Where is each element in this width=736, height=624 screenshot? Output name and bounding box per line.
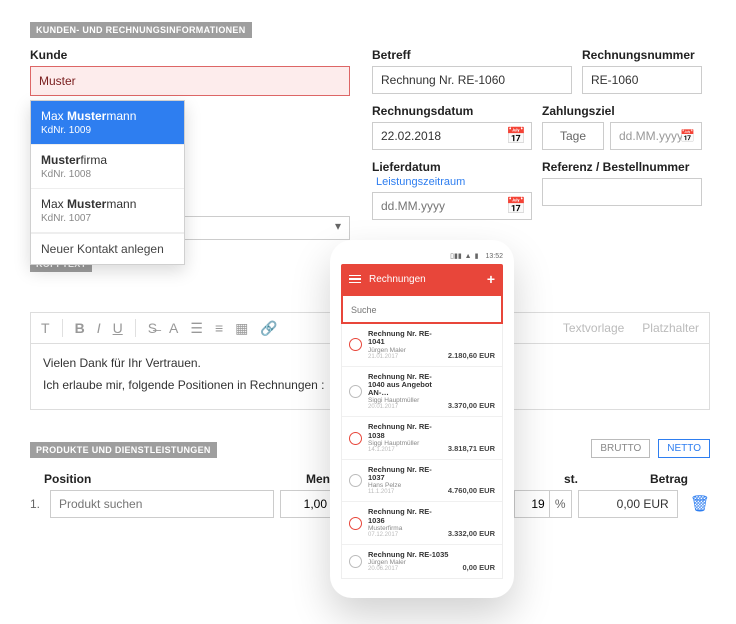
wifi-icon: ▲ bbox=[465, 253, 472, 260]
menge-input[interactable] bbox=[280, 490, 334, 518]
calendar-icon[interactable]: 📅 bbox=[680, 129, 695, 143]
phone-list-item[interactable]: Rechnung Nr. RE-1037 Hans Pelze 11.1.201… bbox=[342, 460, 502, 503]
row-index: 1. bbox=[30, 497, 44, 511]
status-circle-icon bbox=[349, 385, 362, 398]
status-circle-icon bbox=[349, 432, 362, 445]
trash-icon[interactable]: 🗑 bbox=[690, 494, 710, 514]
phone-statusbar: ▯▮▮ ▲ ▮ 13:52 bbox=[341, 252, 503, 260]
bold-tool[interactable]: B bbox=[75, 320, 85, 336]
section-products: PRODUKTE UND DIENSTLEISTUNGEN bbox=[30, 442, 217, 458]
zahlungsziel-date[interactable]: dd.MM.yyyy 📅 bbox=[610, 122, 702, 150]
kunde-autocomplete: Max Mustermann KdNr. 1009 Musterfirma Kd… bbox=[30, 100, 185, 265]
kunde-label: Kunde bbox=[30, 48, 350, 62]
autocomplete-new-contact[interactable]: Neuer Kontakt anlegen bbox=[31, 233, 184, 264]
th-st: st. bbox=[522, 472, 578, 486]
italic-tool[interactable]: I bbox=[97, 320, 101, 336]
phone-title: Rechnungen bbox=[369, 274, 426, 285]
font-tool[interactable]: T bbox=[41, 320, 50, 336]
rechnungsdatum-label: Rechnungsdatum bbox=[372, 104, 532, 118]
status-circle-icon bbox=[349, 555, 362, 568]
lieferdatum-label: Lieferdatum Leistungszeitraum bbox=[372, 160, 532, 188]
betreff-input[interactable] bbox=[372, 66, 572, 94]
signal-icon: ▯▮▮ bbox=[450, 252, 462, 260]
betreff-label: Betreff bbox=[372, 48, 572, 62]
th-betrag: Betrag bbox=[578, 472, 688, 486]
autocomplete-item[interactable]: Musterfirma KdNr. 1008 bbox=[31, 145, 184, 189]
steuer-input[interactable] bbox=[514, 490, 550, 518]
rechnungsnummer-input[interactable] bbox=[582, 66, 702, 94]
phone-list-item[interactable]: Rechnung Nr. RE-1036 Musterfirma 07.12.2… bbox=[342, 502, 502, 545]
status-circle-icon bbox=[349, 517, 362, 530]
referenz-input[interactable] bbox=[542, 178, 702, 206]
leistungszeitraum-link[interactable]: Leistungszeitraum bbox=[376, 176, 465, 188]
table-tool[interactable]: ▦ bbox=[235, 320, 248, 337]
betrag-input[interactable] bbox=[578, 490, 678, 518]
autocomplete-item[interactable]: Max Mustermann KdNr. 1007 bbox=[31, 189, 184, 233]
zahlungsziel-tage[interactable]: Tage bbox=[542, 122, 604, 150]
underline-tool[interactable]: U bbox=[113, 320, 123, 336]
list-ul-tool[interactable]: ☰ bbox=[190, 320, 203, 337]
plus-icon[interactable]: + bbox=[487, 271, 495, 287]
phone-mockup: ▯▮▮ ▲ ▮ 13:52 Rechnungen + Rechnung Nr. … bbox=[330, 240, 514, 598]
phone-list-item[interactable]: Rechnung Nr. RE-1035 Jürgen Maler 20.06.… bbox=[342, 545, 502, 578]
phone-list: Rechnung Nr. RE-1041 Jürgen Maler 21.01.… bbox=[341, 324, 503, 579]
hamburger-icon[interactable] bbox=[349, 275, 361, 284]
status-circle-icon bbox=[349, 338, 362, 351]
calendar-icon[interactable]: 📅 bbox=[506, 196, 526, 216]
section-customer-info: KUNDEN- UND RECHNUNGSINFORMATIONEN bbox=[30, 22, 252, 38]
phone-list-item[interactable]: Rechnung Nr. RE-1040 aus Angebot AN-… Si… bbox=[342, 367, 502, 418]
phone-list-item[interactable]: Rechnung Nr. RE-1041 Jürgen Maler 21.01.… bbox=[342, 324, 502, 367]
battery-icon: ▮ bbox=[475, 252, 479, 260]
text-color-tool[interactable]: A bbox=[169, 320, 178, 336]
netto-button[interactable]: NETTO bbox=[658, 439, 710, 458]
steuer-percent: % bbox=[550, 490, 572, 518]
th-position: Position bbox=[44, 472, 284, 486]
link-tool[interactable]: 🔗 bbox=[260, 320, 277, 337]
phone-list-item[interactable]: Rechnung Nr. RE-1038 Siggi Hauptmüller 1… bbox=[342, 417, 502, 460]
phone-app-header: Rechnungen + bbox=[341, 264, 503, 294]
status-circle-icon bbox=[349, 474, 362, 487]
brutto-button[interactable]: BRUTTO bbox=[591, 439, 650, 458]
kunde-input[interactable] bbox=[30, 66, 350, 96]
strike-tool[interactable]: S̶ bbox=[148, 320, 157, 336]
platzhalter-link[interactable]: Platzhalter bbox=[642, 321, 699, 335]
referenz-label: Referenz / Bestellnummer bbox=[542, 160, 702, 174]
product-search-input[interactable] bbox=[50, 490, 274, 518]
calendar-icon[interactable]: 📅 bbox=[506, 126, 526, 146]
autocomplete-item[interactable]: Max Mustermann KdNr. 1009 bbox=[31, 101, 184, 145]
list-ol-tool[interactable]: ≡ bbox=[215, 320, 223, 336]
zahlungsziel-label: Zahlungsziel bbox=[542, 104, 702, 118]
textvorlage-link[interactable]: Textvorlage bbox=[563, 321, 624, 335]
phone-search-input[interactable] bbox=[347, 303, 497, 317]
rechnungsnummer-label: Rechnungsnummer bbox=[582, 48, 702, 62]
